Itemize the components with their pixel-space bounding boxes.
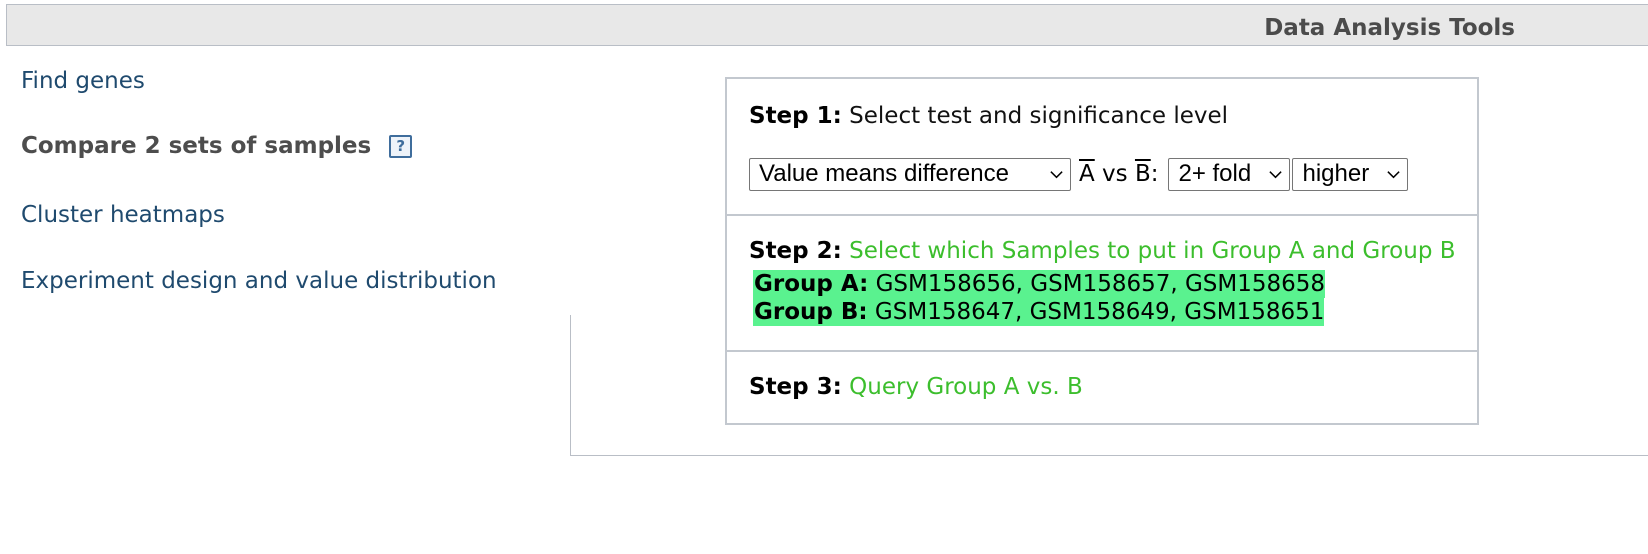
select-samples-link[interactable]: Select which Samples to put in Group A a… <box>849 238 1455 264</box>
group-b-samples: GSM158647, GSM158649, GSM158651 <box>874 299 1325 325</box>
step-1-heading: Step 1: Select test and significance lev… <box>749 103 1228 129</box>
group-a-samples: GSM158656, GSM158657, GSM158658 <box>875 271 1326 297</box>
nav-item-experiment-design[interactable]: Experiment design and value distribution <box>21 268 497 294</box>
comparison-b: B <box>1134 161 1151 187</box>
nav-item-cluster-heatmaps[interactable]: Cluster heatmaps <box>21 202 225 228</box>
chevron-down-icon <box>1050 170 1063 178</box>
step-1-controls: Value means difference A vs B: 2+ fold h… <box>749 157 1409 191</box>
step-3-section: Step 3: Query Group A vs. B <box>727 352 1477 425</box>
comparison-text: A vs B: <box>1079 161 1158 187</box>
group-a-label: Group A: <box>754 271 869 297</box>
query-link[interactable]: Query Group A vs. B <box>849 374 1083 400</box>
chevron-down-icon <box>1387 170 1401 178</box>
comparison-vs: vs <box>1094 161 1135 187</box>
step-2-heading: Step 2: Select which Samples to put in G… <box>749 238 1456 264</box>
direction-select[interactable]: higher <box>1292 157 1409 191</box>
step-2-label: Step 2: <box>749 238 842 264</box>
step-1-section: Step 1: Select test and significance lev… <box>727 79 1477 216</box>
nav-item-compare-samples: Compare 2 sets of samples? <box>21 133 413 159</box>
fold-select[interactable]: 2+ fold <box>1168 157 1291 191</box>
direction-select-value: higher <box>1302 160 1370 187</box>
test-select-value: Value means difference <box>759 160 1009 187</box>
nav-item-compare-label: Compare 2 sets of samples <box>21 133 372 159</box>
fold-select-value: 2+ fold <box>1178 160 1252 187</box>
step-1-text: Select test and significance level <box>849 103 1229 129</box>
header-title: Data Analysis Tools <box>1264 15 1515 41</box>
help-icon[interactable]: ? <box>389 135 413 158</box>
header-bar: Data Analysis Tools <box>6 4 1648 46</box>
step-3-heading: Step 3: Query Group A vs. B <box>749 374 1083 400</box>
comparison-a: A <box>1079 161 1095 187</box>
chevron-down-icon <box>1269 170 1283 178</box>
test-select[interactable]: Value means difference <box>749 157 1071 191</box>
group-a-row: Group A: GSM158656, GSM158657, GSM158658 <box>753 270 1326 298</box>
group-b-row: Group B: GSM158647, GSM158649, GSM158651 <box>753 298 1325 326</box>
step-3-label: Step 3: <box>749 374 842 400</box>
group-b-label: Group B: <box>754 299 868 325</box>
step-2-section: Step 2: Select which Samples to put in G… <box>727 216 1477 352</box>
nav-item-find-genes[interactable]: Find genes <box>21 68 145 94</box>
steps-panel: Step 1: Select test and significance lev… <box>725 77 1479 425</box>
step-1-label: Step 1: <box>749 103 842 129</box>
comparison-colon: : <box>1150 161 1159 187</box>
